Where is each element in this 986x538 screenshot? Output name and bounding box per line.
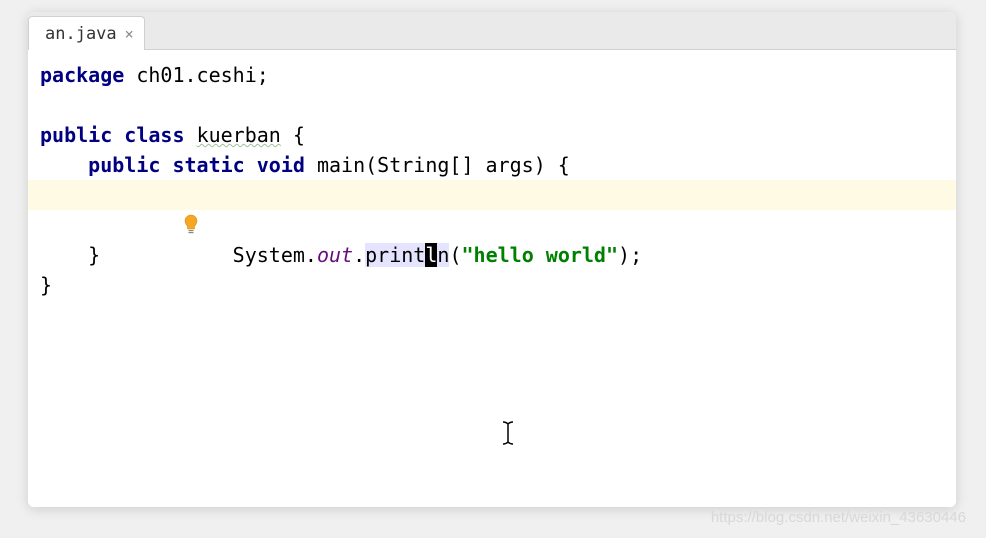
- code-content: package ch01.ceshi; public class kuerban…: [28, 60, 956, 300]
- keyword-static: static: [172, 153, 244, 177]
- package-name: ch01.ceshi;: [124, 63, 269, 87]
- code-line-3[interactable]: public class kuerban {: [28, 120, 956, 150]
- keyword-public: public: [88, 153, 160, 177]
- keyword-public: public: [40, 123, 112, 147]
- keyword-void: void: [257, 153, 305, 177]
- keyword-package: package: [40, 63, 124, 87]
- code-editor[interactable]: package ch01.ceshi; public class kuerban…: [28, 50, 956, 507]
- file-tab[interactable]: an.java ×: [28, 16, 145, 50]
- code-line-6[interactable]: [28, 210, 956, 240]
- editor-window: an.java × package ch01.ceshi; public cla…: [28, 12, 956, 507]
- keyword-class: class: [124, 123, 184, 147]
- code-line-2[interactable]: [28, 90, 956, 120]
- lightbulb-icon[interactable]: [62, 184, 80, 206]
- close-brace: }: [88, 243, 100, 267]
- tab-filename: an.java: [45, 24, 117, 44]
- watermark-text: https://blog.csdn.net/weixin_43630446: [711, 509, 966, 526]
- close-icon[interactable]: ×: [125, 25, 134, 43]
- code-line-4[interactable]: public static void main(String[] args) {: [28, 150, 956, 180]
- code-line-7[interactable]: }: [28, 240, 956, 270]
- class-name: kuerban: [197, 123, 281, 147]
- tab-bar: an.java ×: [28, 12, 956, 50]
- close-brace: }: [40, 273, 52, 297]
- code-line-5-current[interactable]: System.out.println("hello world");: [28, 180, 956, 210]
- code-line-1[interactable]: package ch01.ceshi;: [28, 60, 956, 90]
- code-line-8[interactable]: }: [28, 270, 956, 300]
- method-signature: main(String[] args) {: [305, 153, 570, 177]
